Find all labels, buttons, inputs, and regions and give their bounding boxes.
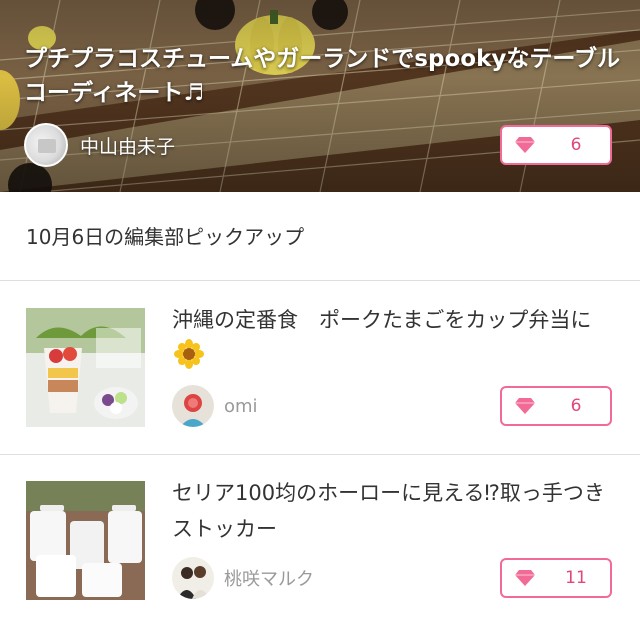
article-author[interactable]: omi: [172, 385, 258, 427]
hero-author-name[interactable]: 中山由未子: [80, 132, 175, 159]
author-name[interactable]: 桃咲マルク: [224, 565, 314, 591]
list-item[interactable]: セリア100均のホーローに見える⁉︎取っ手つきストッカー 桃咲マルク 11: [0, 455, 640, 640]
section-title: 10月6日の編集部ピックアップ: [26, 225, 305, 249]
like-button[interactable]: 11: [500, 558, 612, 598]
avatar[interactable]: [172, 557, 214, 599]
hero-title[interactable]: プチプラコスチュームやガーランドでspookyなテーブルコーディネート♬: [24, 42, 624, 110]
avatar[interactable]: [172, 385, 214, 427]
article-author[interactable]: 桃咲マルク: [172, 557, 314, 599]
article-title[interactable]: セリア100均のホーローに見える⁉︎取っ手つきストッカー: [172, 475, 612, 547]
like-button[interactable]: 6: [500, 125, 612, 165]
list-item[interactable]: 沖縄の定番食 ポークたまごをカップ弁当に omi 6: [0, 282, 640, 455]
article-title-text: 沖縄の定番食 ポークたまごをカップ弁当に: [172, 308, 592, 332]
like-count: 11: [565, 568, 587, 588]
like-count: 6: [570, 396, 582, 416]
like-button[interactable]: 6: [500, 386, 612, 426]
diamond-icon: [515, 398, 535, 414]
diamond-icon: [515, 570, 535, 586]
author-name[interactable]: omi: [224, 396, 258, 417]
article-title[interactable]: 沖縄の定番食 ポークたまごをカップ弁当に: [172, 302, 612, 374]
diamond-icon: [515, 137, 535, 153]
avatar[interactable]: [24, 123, 68, 167]
article-thumbnail[interactable]: [26, 481, 145, 600]
article-thumbnail[interactable]: [26, 308, 145, 427]
hero-author[interactable]: 中山由未子: [24, 123, 175, 167]
section-header: 10月6日の編集部ピックアップ: [0, 193, 640, 281]
sunflower-icon: [174, 339, 204, 369]
hero-banner[interactable]: プチプラコスチュームやガーランドでspookyなテーブルコーディネート♬ 中山由…: [0, 0, 640, 192]
like-count: 6: [570, 135, 582, 155]
